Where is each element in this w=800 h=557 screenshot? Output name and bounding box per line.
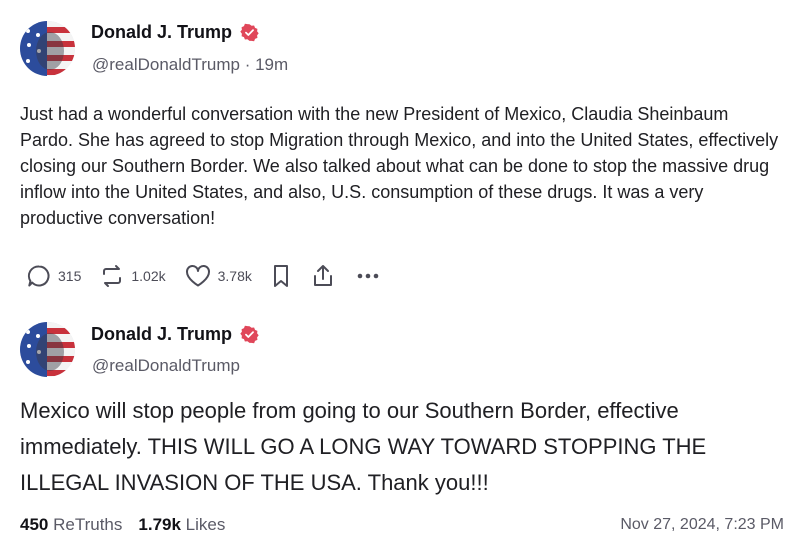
author-name[interactable]: Donald J. Trump: [91, 324, 232, 345]
share-icon: [313, 265, 332, 286]
avatar-image: [20, 322, 75, 377]
handle-separator: ·: [239, 55, 256, 74]
like-count: 3.78k: [217, 268, 252, 284]
likes-label: Likes: [185, 515, 226, 534]
like-icon: [185, 265, 210, 287]
post-timestamp[interactable]: Nov 27, 2024, 7:23 PM: [620, 516, 784, 534]
post-stats: 450 ReTruths 1.79k Likes: [20, 515, 225, 535]
reply-button[interactable]: 315: [26, 263, 81, 289]
likes-stat[interactable]: 1.79k Likes: [138, 515, 225, 535]
post-footer: 450 ReTruths 1.79k Likes Nov 27, 2024, 7…: [20, 515, 784, 535]
bookmark-icon: [273, 265, 288, 287]
author-handle[interactable]: @realDonaldTrump: [92, 356, 240, 376]
verified-badge-icon: [240, 23, 259, 42]
reply-count: 315: [58, 268, 82, 284]
post-text: Mexico will stop people from going to ou…: [20, 398, 707, 495]
verified-badge-icon: [240, 325, 259, 344]
retruths-label: ReTruths: [53, 515, 123, 534]
retruth-count: 1.02k: [131, 268, 166, 284]
action-bar: 315 1.02k 3.78k: [26, 263, 400, 289]
author-handle[interactable]: @realDonaldTrump: [92, 55, 240, 74]
more-button[interactable]: [354, 263, 382, 289]
post-age[interactable]: 19m: [255, 55, 288, 74]
avatar[interactable]: [20, 21, 75, 76]
author-row: Donald J. Trump: [91, 22, 259, 43]
avatar[interactable]: [20, 322, 75, 377]
reply-icon: [27, 265, 50, 287]
retruths-count: 450: [20, 515, 49, 534]
retruth-icon: [103, 265, 122, 287]
post-text: Just had a wonderful conversation with t…: [20, 104, 779, 228]
retruth-button[interactable]: 1.02k: [99, 263, 166, 289]
like-button[interactable]: 3.78k: [184, 263, 252, 289]
likes-count: 1.79k: [138, 515, 181, 534]
author-handle-row: @realDonaldTrump · 19m: [92, 55, 288, 75]
author-name[interactable]: Donald J. Trump: [91, 22, 232, 43]
author-row: Donald J. Trump: [91, 324, 259, 345]
avatar-image: [20, 21, 75, 76]
bookmark-button[interactable]: [270, 263, 292, 289]
retruths-stat[interactable]: 450 ReTruths: [20, 515, 122, 535]
more-icon: [357, 273, 379, 279]
share-button[interactable]: [310, 263, 336, 289]
